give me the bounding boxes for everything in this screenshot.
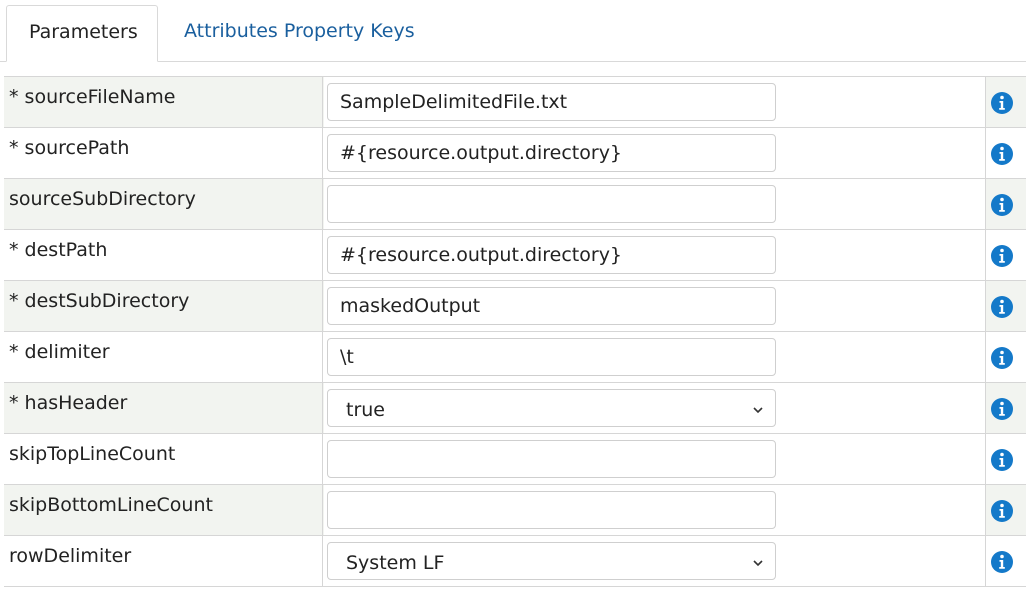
- parameter-row: * sourcePath: [4, 128, 1026, 179]
- parameter-row: * destPath: [4, 230, 1026, 281]
- parameter-value-cell: [324, 485, 986, 535]
- parameter-input[interactable]: [327, 287, 776, 325]
- tab-attributes-property-keys[interactable]: Attributes Property Keys: [162, 5, 437, 62]
- parameter-label: * destSubDirectory: [4, 281, 323, 331]
- parameter-row: * delimiter: [4, 332, 1026, 383]
- parameter-value-cell: [324, 128, 986, 178]
- parameter-input[interactable]: [327, 338, 776, 376]
- parameter-row: skipBottomLineCount: [4, 485, 1026, 536]
- info-circle-icon[interactable]: [990, 244, 1014, 268]
- info-circle-icon[interactable]: [990, 448, 1014, 472]
- parameter-row: * sourceFileName: [4, 77, 1026, 128]
- parameter-select-value: System LF: [346, 552, 445, 574]
- parameter-select-value: true: [346, 399, 385, 421]
- parameter-value-cell: [324, 230, 986, 280]
- parameter-label: skipTopLineCount: [4, 434, 323, 484]
- chevron-down-icon: [753, 560, 763, 567]
- info-circle-icon[interactable]: [990, 550, 1014, 574]
- parameter-label: * sourceFileName: [4, 77, 323, 127]
- info-circle-icon[interactable]: [990, 397, 1014, 421]
- parameter-row: sourceSubDirectory: [4, 179, 1026, 230]
- parameter-value-cell: [324, 434, 986, 484]
- parameter-value-cell: [324, 332, 986, 382]
- parameter-input[interactable]: [327, 236, 776, 274]
- parameter-value-cell: true: [324, 383, 986, 433]
- parameters-table: * sourceFileName* sourcePathsourceSubDir…: [4, 76, 1026, 587]
- info-circle-icon[interactable]: [990, 193, 1014, 217]
- parameter-input[interactable]: [327, 83, 776, 121]
- parameter-row: rowDelimiter System LF: [4, 536, 1026, 587]
- parameter-label: * sourcePath: [4, 128, 323, 178]
- parameter-input[interactable]: [327, 491, 776, 529]
- parameter-value-cell: [324, 281, 986, 331]
- tab-parameters[interactable]: Parameters: [6, 5, 158, 62]
- parameter-value-cell: System LF: [324, 536, 986, 586]
- parameter-select[interactable]: System LF: [327, 542, 776, 580]
- parameter-input[interactable]: [327, 185, 776, 223]
- parameter-select[interactable]: true: [327, 389, 776, 427]
- parameter-label: skipBottomLineCount: [4, 485, 323, 535]
- parameter-input[interactable]: [327, 440, 776, 478]
- chevron-down-icon: [753, 407, 763, 414]
- info-circle-icon[interactable]: [990, 346, 1014, 370]
- info-circle-icon[interactable]: [990, 295, 1014, 319]
- info-circle-icon[interactable]: [990, 142, 1014, 166]
- tab-bar: Parameters Attributes Property Keys: [0, 0, 1026, 62]
- parameter-input[interactable]: [327, 134, 776, 172]
- parameter-label: sourceSubDirectory: [4, 179, 323, 229]
- info-circle-icon[interactable]: [990, 499, 1014, 523]
- parameter-label: * delimiter: [4, 332, 323, 382]
- parameter-row: skipTopLineCount: [4, 434, 1026, 485]
- parameter-row: * destSubDirectory: [4, 281, 1026, 332]
- parameter-label: rowDelimiter: [4, 536, 323, 586]
- parameter-value-cell: [324, 77, 986, 127]
- parameter-row: * hasHeader true: [4, 383, 1026, 434]
- parameter-label: * hasHeader: [4, 383, 323, 433]
- parameter-value-cell: [324, 179, 986, 229]
- info-circle-icon[interactable]: [990, 91, 1014, 115]
- parameter-label: * destPath: [4, 230, 323, 280]
